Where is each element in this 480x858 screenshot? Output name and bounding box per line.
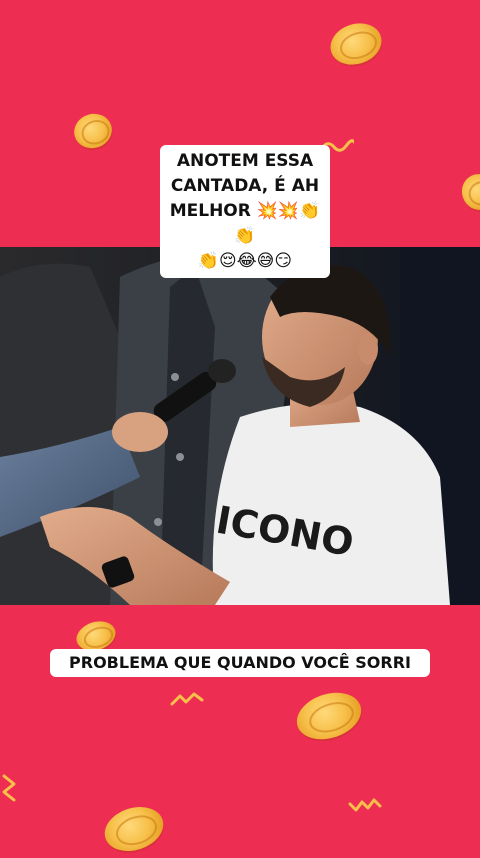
top-caption: ANOTEM ESSA CANTADA, É AH MELHOR 💥💥👏👏 👏😌… — [160, 145, 330, 278]
bottom-caption: PROBLEMA QUE QUANDO VOCÊ SORRI — [50, 649, 430, 677]
caption-line: MELHOR 💥💥👏👏 — [169, 201, 321, 246]
squiggle-icon — [2, 774, 16, 802]
caption-line: CANTADA, É AH — [170, 176, 320, 196]
video-frame[interactable]: ICONO — [0, 247, 480, 605]
squiggle-icon — [348, 798, 382, 812]
caption-line: ANOTEM ESSA — [176, 151, 314, 171]
video-scene: ICONO — [0, 247, 480, 605]
caption-line: 👏😌😂😅😏 — [197, 251, 293, 271]
squiggle-icon — [170, 692, 204, 706]
